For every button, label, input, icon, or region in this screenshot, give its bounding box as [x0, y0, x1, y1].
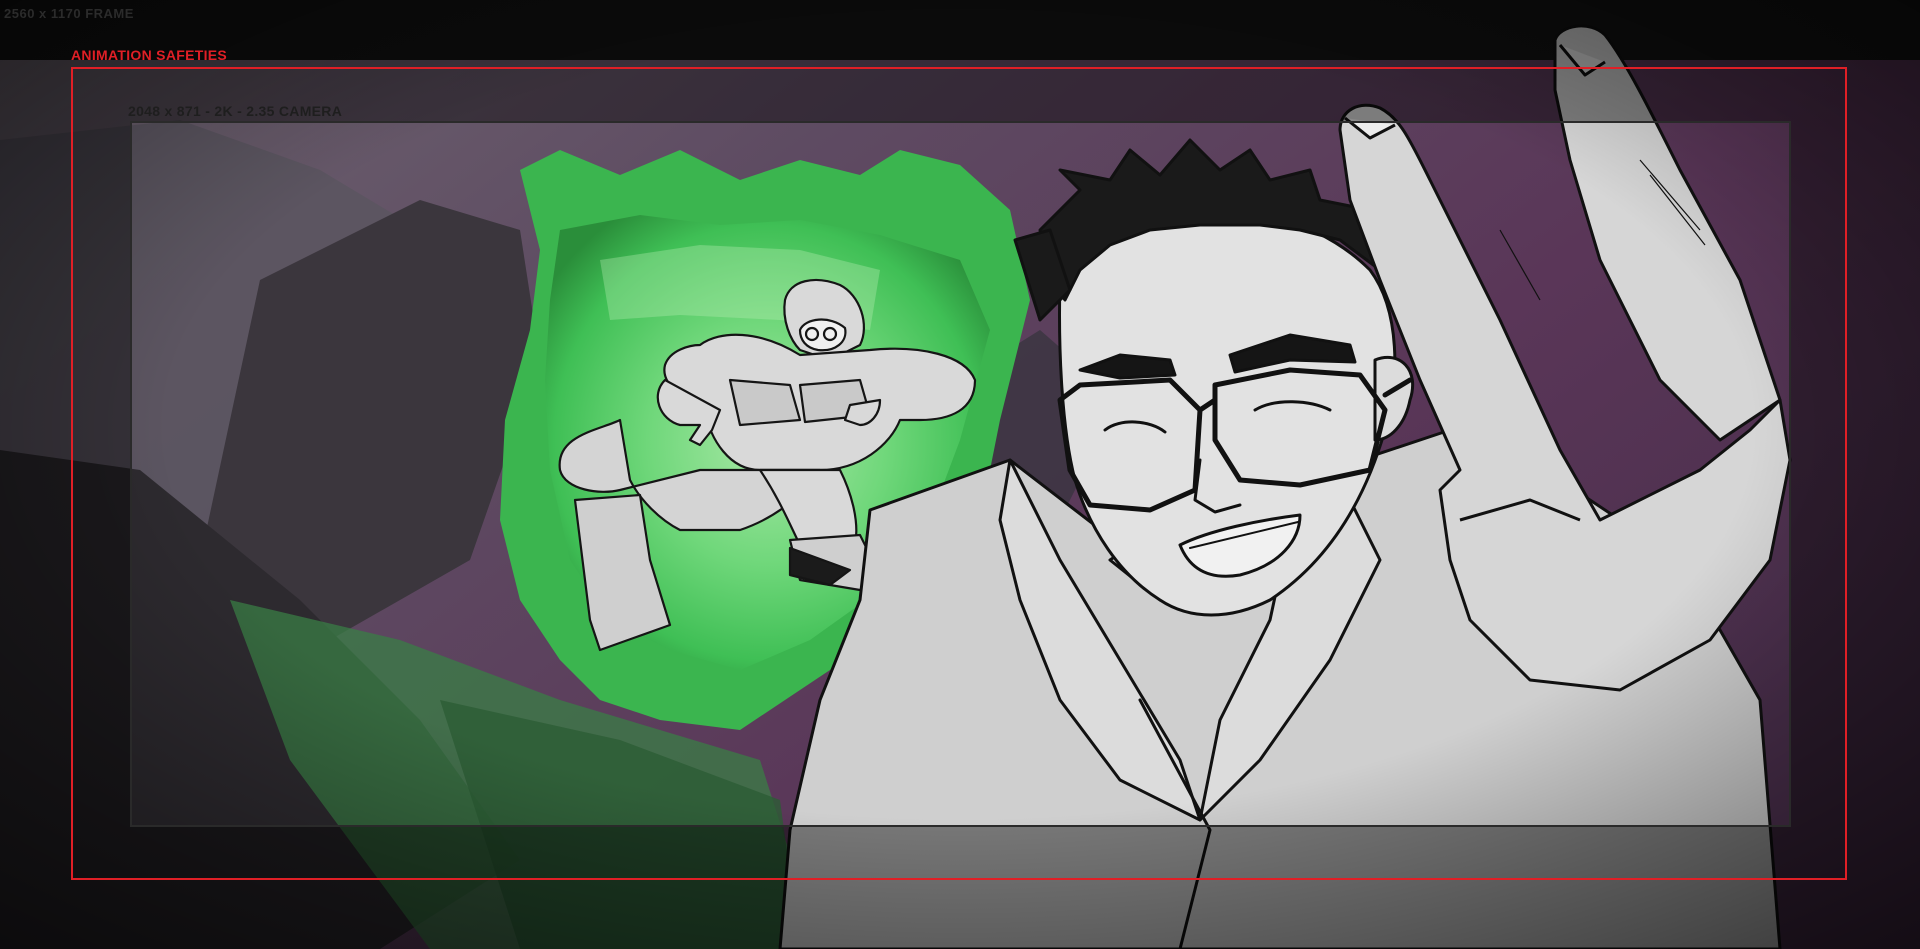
animation-safeties-label: ANIMATION SAFETIES — [71, 47, 228, 63]
camera-size-label: 2048 x 871 - 2K - 2.35 CAMERA — [128, 103, 343, 119]
storyboard-canvas: 2560 x 1170 FRAME ANIMATION SAFETIES 204… — [0, 0, 1920, 949]
frame-size-label: 2560 x 1170 FRAME — [4, 6, 134, 21]
storyboard-artwork — [0, 0, 1920, 949]
